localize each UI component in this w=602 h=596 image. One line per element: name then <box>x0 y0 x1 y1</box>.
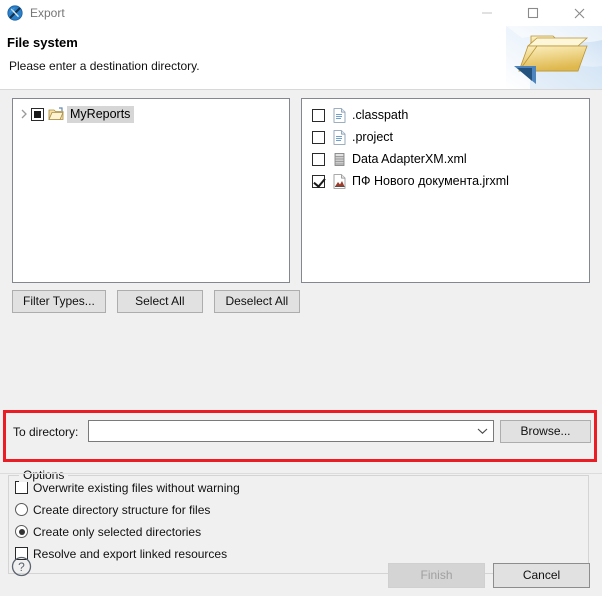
folder-icon <box>48 107 64 121</box>
jasper-studio-icon <box>7 5 23 21</box>
file-checkbox[interactable] <box>312 152 325 166</box>
option-resolve-linked-resources[interactable]: Resolve and export linked resources <box>9 543 588 564</box>
export-folder-icon <box>506 26 602 89</box>
dialog-body: MyReports .classpath .project Data Adapt… <box>0 90 602 596</box>
option-create-directory-structure[interactable]: Create directory structure for files <box>9 499 588 520</box>
option-overwrite-existing[interactable]: Overwrite existing files without warning <box>9 477 588 498</box>
maximize-icon[interactable] <box>510 0 556 26</box>
chevron-right-icon[interactable] <box>17 109 31 119</box>
option-label: Overwrite existing files without warning <box>33 480 240 495</box>
selection-buttons: Filter Types... Select All Deselect All <box>12 290 300 313</box>
deselect-all-button[interactable]: Deselect All <box>213 290 300 313</box>
cancel-button[interactable]: Cancel <box>493 563 590 588</box>
option-label: Create directory structure for files <box>33 502 211 517</box>
create-selected-radio[interactable] <box>15 525 28 538</box>
footer-buttons: Finish Cancel <box>388 563 590 588</box>
data-adapter-icon <box>333 152 346 167</box>
list-item[interactable]: .project <box>302 127 589 147</box>
file-checkbox[interactable] <box>312 108 325 122</box>
help-question-icon[interactable]: ? <box>11 556 32 580</box>
filter-types-button[interactable]: Filter Types... <box>12 290 106 313</box>
option-label: Resolve and export linked resources <box>33 546 228 561</box>
finish-button[interactable]: Finish <box>388 563 485 588</box>
file-name: Data AdapterXM.xml <box>352 152 467 166</box>
file-name: .classpath <box>352 108 409 122</box>
window-titlebar: Export <box>0 0 602 26</box>
file-name: ПФ Нового документа.jrxml <box>352 174 509 188</box>
option-create-only-selected[interactable]: Create only selected directories <box>9 521 588 542</box>
svg-text:?: ? <box>18 560 25 574</box>
window-title: Export <box>30 6 65 20</box>
file-checkbox[interactable] <box>312 130 325 144</box>
to-directory-label: To directory: <box>13 425 79 439</box>
select-all-button[interactable]: Select All <box>116 290 203 313</box>
wizard-header: File system Please enter a destination d… <box>0 26 602 90</box>
jrxml-report-icon <box>333 173 346 189</box>
file-checkbox[interactable] <box>312 174 325 188</box>
window-controls <box>464 0 602 26</box>
footer-divider <box>0 473 602 474</box>
option-label: Create only selected directories <box>33 524 202 539</box>
list-item[interactable]: Data AdapterXM.xml <box>302 149 589 169</box>
list-item[interactable]: .classpath <box>302 105 589 125</box>
chevron-down-icon[interactable] <box>477 421 488 441</box>
file-xml-icon <box>333 129 346 145</box>
source-tree-panel[interactable]: MyReports <box>12 98 290 283</box>
to-directory-input[interactable] <box>88 420 494 442</box>
options-group-title: Options <box>19 468 69 482</box>
options-group: Options Overwrite existing files without… <box>8 468 589 574</box>
file-xml-icon <box>333 107 346 123</box>
list-item[interactable]: ПФ Нового документа.jrxml <box>302 171 589 191</box>
browse-button[interactable]: Browse... <box>500 420 591 443</box>
overwrite-checkbox[interactable] <box>15 481 28 494</box>
file-list-panel[interactable]: .classpath .project Data AdapterXM.xml П… <box>301 98 590 283</box>
to-directory-row: To directory: Browse... <box>6 413 594 459</box>
page-description: Please enter a destination directory. <box>9 59 200 73</box>
tree-item-label: MyReports <box>67 105 135 123</box>
tree-item-myreports[interactable]: MyReports <box>13 104 289 124</box>
close-icon[interactable] <box>556 0 602 26</box>
file-name: .project <box>352 130 393 144</box>
to-directory-highlight: To directory: Browse... <box>3 410 597 462</box>
page-title: File system <box>7 35 78 50</box>
minimize-icon[interactable] <box>464 0 510 26</box>
create-structure-radio[interactable] <box>15 503 28 516</box>
tree-item-checkbox[interactable] <box>31 107 44 121</box>
